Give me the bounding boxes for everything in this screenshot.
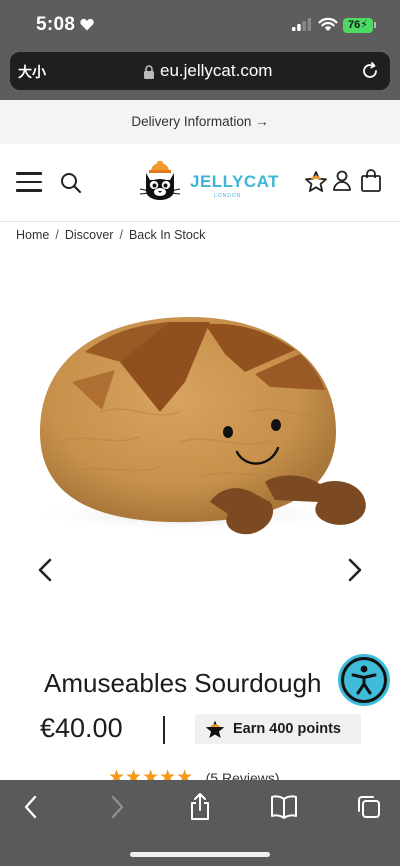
jellycat-logo[interactable]: JELLYCAT LONDON	[134, 159, 279, 203]
heart-icon	[80, 18, 94, 31]
price-divider	[163, 716, 165, 744]
forward-icon[interactable]	[108, 794, 126, 820]
status-bar: 5:08 76⚡	[0, 0, 400, 48]
account-icon[interactable]	[332, 170, 352, 192]
battery-level: 76	[348, 19, 361, 31]
delivery-banner[interactable]: Delivery Information →	[0, 100, 400, 144]
logo-text: JELLYCAT	[190, 172, 280, 191]
accessibility-icon	[351, 665, 377, 695]
status-time: 5:08	[36, 14, 76, 35]
points-text: Earn 400 points	[233, 721, 341, 737]
lock-icon	[144, 65, 154, 79]
share-icon[interactable]	[188, 792, 212, 822]
text-size-button[interactable]: 大小	[18, 62, 46, 82]
rewards-star-icon[interactable]	[304, 170, 328, 194]
carousel-prev-icon[interactable]	[36, 558, 54, 582]
carousel-next-icon[interactable]	[346, 558, 364, 582]
browser-toolbar	[0, 780, 400, 866]
signal-icon	[292, 18, 312, 31]
accessibility-button[interactable]	[338, 654, 390, 706]
breadcrumb: Home / Discover / Back In Stock	[16, 228, 205, 242]
breadcrumb-separator: /	[55, 228, 59, 242]
search-icon[interactable]	[60, 172, 82, 194]
breadcrumb-separator: /	[119, 228, 123, 242]
cat-logo-icon	[139, 161, 181, 200]
menu-icon[interactable]	[16, 172, 42, 192]
product-title: Amuseables Sourdough	[44, 668, 322, 698]
battery-tip	[374, 22, 376, 28]
accessibility-icon-bg	[344, 660, 384, 700]
browser-address-area: 大小 eu.jellycat.com	[0, 48, 400, 100]
breadcrumb-discover[interactable]: Discover	[65, 228, 114, 242]
reload-icon[interactable]	[360, 61, 380, 81]
tabs-icon[interactable]	[356, 794, 382, 820]
bookmarks-icon[interactable]	[270, 794, 298, 820]
product-price: €40.00	[40, 713, 123, 743]
breadcrumb-back-in-stock[interactable]: Back In Stock	[129, 228, 205, 242]
address-bar[interactable]: 大小 eu.jellycat.com	[10, 52, 390, 90]
home-indicator[interactable]	[130, 852, 270, 857]
delivery-link[interactable]: Delivery Information →	[131, 114, 268, 129]
battery-indicator: 76⚡	[343, 18, 373, 33]
site-header: JELLYCAT LONDON	[0, 144, 400, 222]
back-icon[interactable]	[22, 794, 40, 820]
wifi-icon	[318, 17, 338, 31]
product-image-carousel[interactable]	[0, 262, 400, 642]
shopping-bag-icon[interactable]	[360, 169, 382, 193]
url-text: eu.jellycat.com	[160, 61, 273, 80]
sourdough-plush-image	[30, 317, 366, 535]
logo-subtext: LONDON	[214, 193, 242, 199]
points-star-icon	[205, 720, 225, 738]
breadcrumb-home[interactable]: Home	[16, 228, 49, 242]
loyalty-points-badge: Earn 400 points	[195, 714, 361, 744]
